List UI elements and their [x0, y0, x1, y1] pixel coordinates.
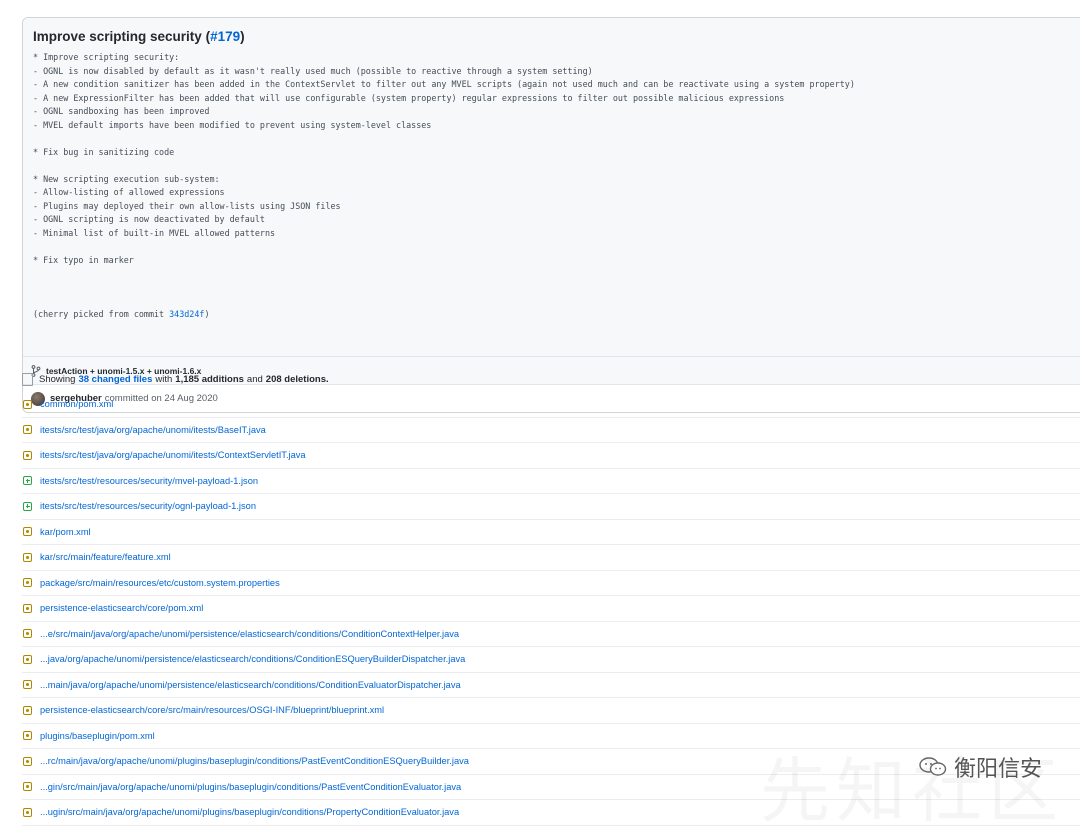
file-path-link[interactable]: itests/src/test/java/org/apache/unomi/it…	[40, 450, 306, 460]
file-path-link[interactable]: persistence-elasticsearch/core/pom.xml	[40, 603, 203, 613]
summary-with: with	[155, 373, 173, 385]
file-row[interactable]: ...ugin/src/main/java/org/apache/unomi/p…	[22, 800, 1080, 826]
cherry-pick-suffix: )	[204, 308, 210, 319]
commit-description-line	[33, 240, 1080, 254]
file-path-link[interactable]: plugins/baseplugin/pom.xml	[40, 731, 155, 741]
additions-count: 1,185 additions	[175, 373, 244, 385]
commit-description: * Improve scripting security: - OGNL is n…	[33, 51, 1080, 281]
commit-description-line: * Improve scripting security:	[33, 52, 180, 62]
commit-description-line: - MVEL default imports have been modifie…	[33, 119, 432, 130]
commit-title: Improve scripting security (#179)	[33, 29, 245, 44]
commit-box: Improve scripting security (#179) * Impr…	[22, 17, 1080, 413]
file-modified-icon	[23, 552, 32, 562]
file-modified-icon	[23, 807, 32, 817]
commit-description-line	[33, 132, 1080, 146]
file-path-link[interactable]: persistence-elasticsearch/core/src/main/…	[40, 705, 384, 715]
file-row[interactable]: persistence-elasticsearch/core/src/main/…	[22, 698, 1080, 724]
file-path-link[interactable]: itests/src/test/resources/security/ognl-…	[40, 501, 256, 511]
file-added-icon	[23, 501, 32, 511]
file-row[interactable]: ...java/org/apache/unomi/persistence/ela…	[22, 647, 1080, 673]
diff-summary: Showing 38 changed files with 1,185 addi…	[22, 370, 332, 388]
file-modified-icon	[23, 603, 32, 613]
file-modified-icon	[23, 399, 32, 409]
deletions-count: 208 deletions.	[265, 373, 329, 385]
commit-description-line: * New scripting execution sub-system:	[33, 173, 220, 184]
commit-title-text: Improve scripting security	[33, 29, 202, 44]
file-row[interactable]: package/src/main/resources/etc/custom.sy…	[22, 571, 1080, 596]
cherry-pick-prefix: (cherry picked from commit	[33, 308, 170, 319]
commit-description-line	[33, 159, 1080, 173]
file-modified-icon	[23, 731, 32, 741]
file-diff-icon	[22, 372, 33, 386]
file-path-link[interactable]: ...ugin/src/main/java/org/apache/unomi/p…	[40, 807, 459, 817]
file-path-link[interactable]: ...gin/src/main/java/org/apache/unomi/pl…	[40, 782, 461, 792]
file-path-link[interactable]: kar/pom.xml	[40, 527, 91, 537]
file-row[interactable]: itests/src/test/resources/security/ognl-…	[22, 494, 1080, 520]
file-modified-icon	[23, 578, 32, 588]
commit-description-line: * Fix bug in sanitizing code	[33, 146, 175, 157]
file-row[interactable]: common/pom.xml	[22, 392, 1080, 418]
file-path-link[interactable]: common/pom.xml	[40, 399, 113, 409]
file-added-icon	[23, 476, 32, 486]
file-row[interactable]: ...e/src/main/java/org/apache/unomi/pers…	[22, 622, 1080, 647]
file-row[interactable]: itests/src/test/resources/security/mvel-…	[22, 469, 1080, 494]
file-modified-icon	[23, 450, 32, 460]
commit-description-line: - Plugins may deployed their own allow-l…	[33, 200, 341, 211]
watermark-text: 衡阳信安	[953, 757, 1042, 782]
file-modified-icon	[23, 756, 32, 766]
commit-description-line: - OGNL is now disabled by default as it …	[33, 65, 593, 76]
file-modified-icon	[23, 425, 32, 435]
file-path-link[interactable]: ...e/src/main/java/org/apache/unomi/pers…	[40, 629, 459, 639]
commit-description-line: - Allow-listing of allowed expressions	[33, 187, 225, 197]
commit-description-line: - Minimal list of built-in MVEL allowed …	[33, 227, 276, 238]
file-row[interactable]: kar/pom.xml	[22, 520, 1080, 545]
cherry-pick-line: (cherry picked from commit 343d24f)	[33, 281, 1080, 349]
file-row[interactable]: itests/src/test/java/org/apache/unomi/it…	[22, 443, 1080, 469]
file-row[interactable]: kar/src/main/feature/feature.xml	[22, 545, 1080, 571]
summary-and: and	[246, 373, 263, 385]
file-path-link[interactable]: itests/src/test/java/org/apache/unomi/it…	[40, 425, 266, 435]
summary-showing: Showing	[39, 373, 76, 385]
commit-description-line: - OGNL sandboxing has been improved	[33, 106, 210, 116]
file-path-link[interactable]: package/src/main/resources/etc/custom.sy…	[40, 578, 280, 588]
commit-message: Improve scripting security (#179) * Impr…	[23, 18, 1080, 357]
file-row[interactable]: persistence-elasticsearch/core/pom.xml	[22, 596, 1080, 622]
file-path-link[interactable]: itests/src/test/resources/security/mvel-…	[40, 476, 258, 486]
file-modified-icon	[23, 680, 32, 690]
file-modified-icon	[23, 705, 32, 715]
file-path-link[interactable]: ...rc/main/java/org/apache/unomi/plugins…	[40, 756, 469, 766]
file-modified-icon	[23, 654, 32, 664]
wechat-icon	[919, 757, 947, 776]
file-row[interactable]: itests/src/test/java/org/apache/unomi/it…	[22, 418, 1080, 443]
commit-description-line: * Fix typo in marker	[33, 254, 134, 265]
changed-files-link[interactable]: 38 changed files	[78, 374, 152, 385]
wechat-watermark: 衡阳信安	[918, 751, 1042, 783]
file-row[interactable]: ...main/java/org/apache/unomi/persistenc…	[22, 673, 1080, 698]
cherry-pick-hash-link[interactable]: 343d24f	[169, 309, 204, 319]
commit-description-line: - OGNL scripting is now deactivated by d…	[33, 214, 265, 224]
file-modified-icon	[23, 782, 32, 792]
pr-link[interactable]: #179	[210, 29, 240, 44]
commit-description-line: - A new condition sanitizer has been add…	[33, 79, 855, 89]
file-path-link[interactable]: ...java/org/apache/unomi/persistence/ela…	[40, 654, 465, 664]
file-row[interactable]: plugins/baseplugin/pom.xml	[22, 724, 1080, 749]
file-path-link[interactable]: kar/src/main/feature/feature.xml	[40, 552, 171, 562]
file-modified-icon	[23, 527, 32, 537]
commit-description-line	[33, 267, 1080, 281]
file-path-link[interactable]: ...main/java/org/apache/unomi/persistenc…	[40, 680, 461, 690]
file-modified-icon	[23, 629, 32, 639]
commit-description-line: - A new ExpressionFilter has been added …	[33, 92, 785, 103]
